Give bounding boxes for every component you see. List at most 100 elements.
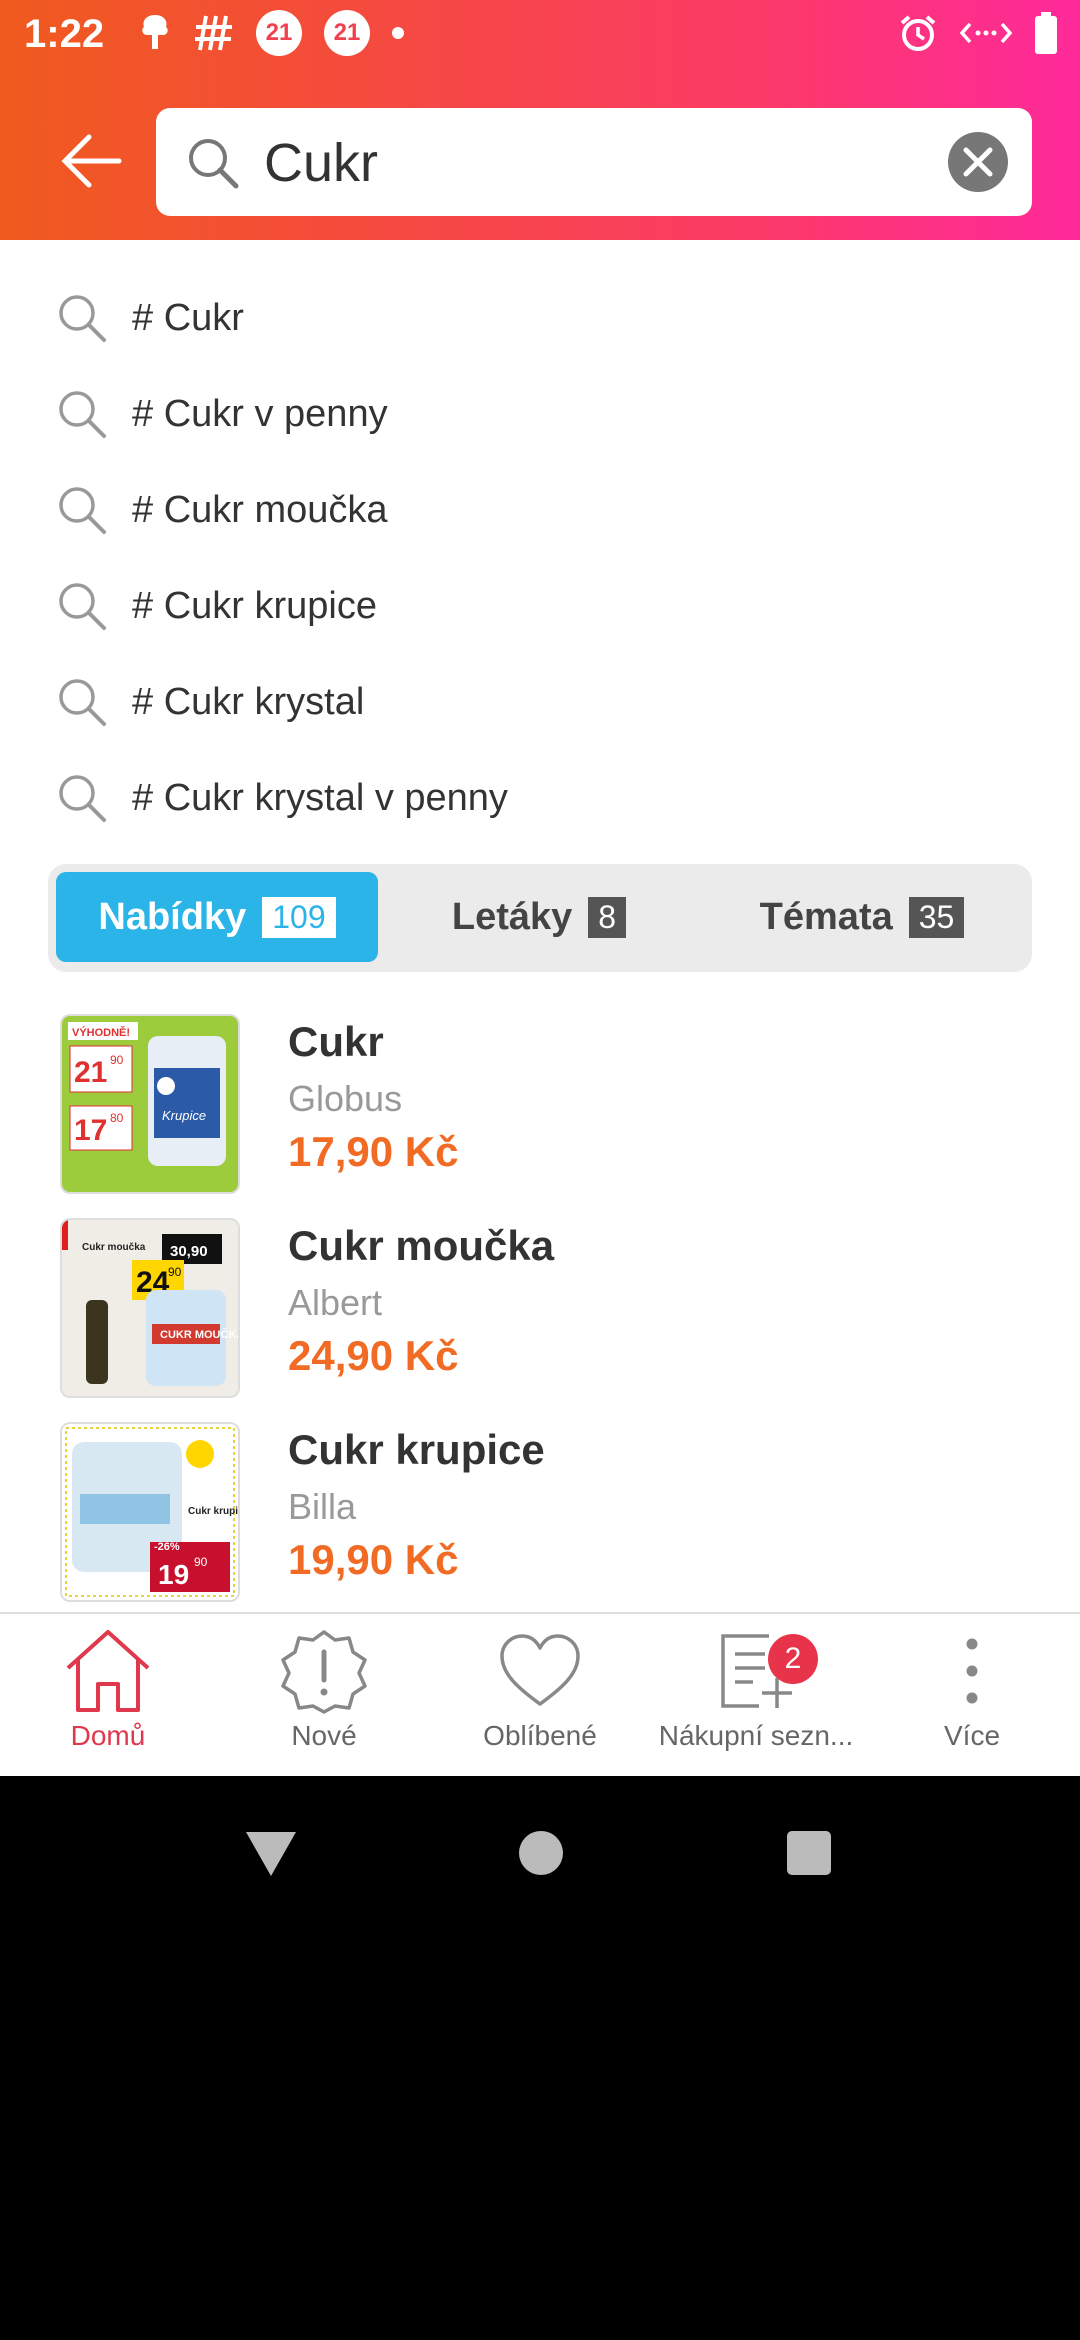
search-results: # Cukr # Cukr v penny # Cukr moučka # Cu… [0,240,1080,1612]
home-circle-icon[interactable] [518,1830,564,1876]
svg-text:30,90: 30,90 [170,1243,208,1260]
svg-text:Cukr krupice: Cukr krupice [188,1506,238,1517]
search-icon [59,391,106,438]
more-vertical-icon [966,1638,978,1704]
alarm-icon [900,15,936,51]
suggestion-label: # Cukr krystal v penny [132,776,508,819]
tab-count: 8 [588,896,627,938]
suggestion-label: # Cukr krupice [132,584,377,627]
home-icon [66,1630,150,1712]
tab-leaflets[interactable]: Letáky 8 [378,872,700,962]
more-notifications-dot [392,27,404,39]
back-button[interactable] [56,126,126,196]
product-price: 19,90 Kč [288,1536,459,1583]
product-item[interactable]: VÝHODNĚ! 21 90 17 80 Krupice Cukr Globus… [0,1000,1080,1204]
search-icon [59,295,106,342]
notification-app-icon [142,15,168,49]
search-icon [59,679,106,726]
status-bar: 1:22 21 21 [0,0,1080,72]
svg-text:90: 90 [194,1555,208,1569]
notification-icons: 21 21 [138,10,404,56]
suggestion-item[interactable]: # Cukr [0,270,1080,366]
product-image: VÝHODNĚ! 21 90 17 80 Krupice [60,1014,240,1194]
product-price: 24,90 Kč [288,1332,459,1379]
nav-more[interactable]: Více [864,1628,1080,1768]
svg-text:CUKR MOUČKA: CUKR MOUČKA [160,1328,238,1341]
hashtag-icon [195,15,232,51]
battery-icon [1035,12,1057,54]
product-store: Billa [288,1486,357,1527]
product-thumbnail-globus: VÝHODNĚ! 21 90 17 80 Krupice [62,1016,238,1192]
result-tabs: Nabídky 109 Letáky 8 Témata 35 [48,864,1032,972]
product-item[interactable]: Cukr krupice -26% 19 90 Cukr krupice Bil… [0,1408,1080,1612]
suggestion-item[interactable]: # Cukr krupice [0,558,1080,654]
tab-label: Nabídky [98,895,247,938]
nav-label: Nákupní sezn... [658,1720,854,1751]
suggestion-item[interactable]: # Cukr krystal [0,654,1080,750]
bottom-navigation: Domů Nové Oblíbené 2 Nákupní sezn... Víc… [0,1612,1080,1776]
svg-text:Cukr moučka: Cukr moučka [82,1242,146,1253]
alert-badge-icon [281,1630,367,1714]
suggestion-item[interactable]: # Cukr krystal v penny [0,750,1080,846]
app-badge-icon: 21 [324,10,370,56]
svg-text:VÝHODNĚ!: VÝHODNĚ! [72,1026,130,1039]
search-icon [59,775,106,822]
arrow-left-icon [61,134,122,188]
close-icon [963,147,993,177]
suggestion-item[interactable]: # Cukr v penny [0,366,1080,462]
search-icon [189,139,239,189]
nav-favorites[interactable]: Oblíbené [432,1628,648,1768]
nav-home[interactable]: Domů [0,1628,216,1768]
nav-label: Více [943,1720,1001,1751]
svg-text:80: 80 [110,1111,124,1125]
product-thumbnail-albert: Cukr moučka 30,90 24 90 CUKR MOUČKA [62,1220,238,1396]
search-row: Cukr [0,108,1080,216]
svg-text:Krupice: Krupice [162,1108,206,1123]
nav-label: Oblíbené [483,1720,597,1751]
product-thumbnail-billa: Cukr krupice -26% 19 90 [62,1424,238,1600]
heart-icon [500,1634,580,1706]
product-name: Cukr [288,1018,384,1065]
svg-text:-26%: -26% [154,1541,180,1553]
suggestion-label: # Cukr moučka [132,488,388,531]
nav-label: Nové [291,1720,357,1751]
tab-count: 109 [262,896,336,938]
svg-text:90: 90 [168,1265,182,1279]
recents-square-icon[interactable] [786,1830,832,1876]
search-icon [59,487,106,534]
clear-search-button[interactable] [948,132,1008,192]
product-item[interactable]: Cukr moučka 30,90 24 90 CUKR MOUČKA Cukr… [0,1204,1080,1408]
suggestion-label: # Cukr [132,296,244,339]
svg-text:17: 17 [74,1114,107,1147]
product-image: Cukr krupice -26% 19 90 [60,1422,240,1602]
suggestion-label: # Cukr krystal [132,680,365,723]
system-icons [898,12,1058,54]
product-name: Cukr moučka [288,1222,555,1269]
app-header: 1:22 21 21 Cukr [0,0,1080,240]
app-badge-icon: 21 [256,10,302,56]
tab-label: Témata [759,895,893,938]
svg-text:90: 90 [110,1053,124,1067]
status-time: 1:22 [24,12,105,56]
tab-topics[interactable]: Témata 35 [700,872,1024,962]
product-name: Cukr krupice [288,1426,545,1473]
suggestion-item[interactable]: # Cukr moučka [0,462,1080,558]
svg-text:21: 21 [74,1056,107,1089]
tab-offers[interactable]: Nabídky 109 [56,872,378,962]
nav-new[interactable]: Nové [216,1628,432,1768]
search-input[interactable]: Cukr [156,108,1032,216]
nav-shopping-list[interactable]: 2 Nákupní sezn... [648,1628,864,1768]
nav-label: Domů [70,1720,146,1751]
product-store: Albert [288,1282,383,1323]
back-triangle-icon[interactable] [244,1830,298,1878]
search-icon [59,583,106,630]
shopping-list-count-badge: 2 [768,1634,818,1684]
system-navigation-bar [0,1776,1080,2340]
product-price: 17,90 Kč [288,1128,459,1175]
tab-count: 35 [908,896,965,938]
svg-text:19: 19 [158,1559,189,1590]
product-store: Globus [288,1078,403,1119]
tab-label: Letáky [451,895,573,938]
search-query-text: Cukr [264,133,379,193]
product-image: Cukr moučka 30,90 24 90 CUKR MOUČKA [60,1218,240,1398]
